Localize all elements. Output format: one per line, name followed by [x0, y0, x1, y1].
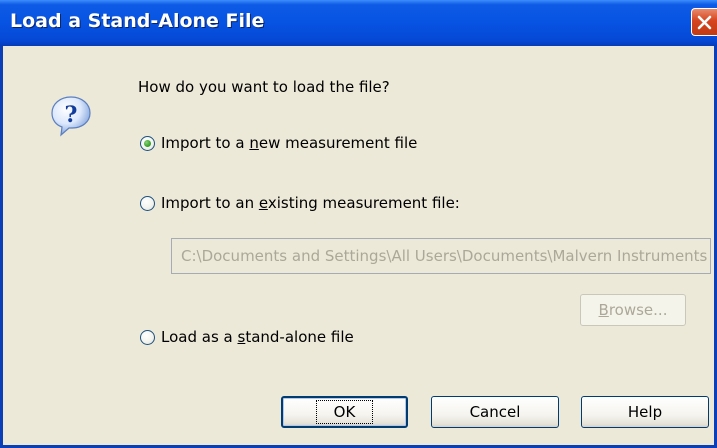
load-standalone-file-dialog: Load a Stand-Alone File ? How do you wan…	[0, 0, 717, 448]
radio-label: Import to an existing measurement file:	[161, 194, 460, 212]
title-bar[interactable]: Load a Stand-Alone File	[0, 0, 717, 46]
dialog-prompt: How do you want to load the file?	[138, 78, 390, 96]
radio-import-existing[interactable]: Import to an existing measurement file:	[140, 193, 460, 213]
cancel-button[interactable]: Cancel	[431, 396, 559, 428]
radio-button[interactable]	[140, 195, 155, 211]
radio-load-standalone[interactable]: Load as a stand-alone file	[140, 327, 354, 347]
radio-import-new[interactable]: Import to a new measurement file	[140, 133, 417, 153]
help-button[interactable]: Help	[581, 396, 709, 428]
close-button[interactable]	[691, 8, 717, 36]
existing-file-path-field[interactable]: C:\Documents and Settings\All Users\Docu…	[171, 238, 711, 274]
radio-label: Import to a new measurement file	[161, 134, 418, 152]
radio-button-checked[interactable]	[140, 135, 155, 151]
radio-label: Load as a stand-alone file	[161, 328, 354, 346]
question-icon: ?	[51, 96, 91, 137]
radio-button[interactable]	[140, 329, 155, 345]
svg-text:?: ?	[65, 102, 78, 128]
window-title: Load a Stand-Alone File	[10, 10, 265, 32]
close-icon	[697, 15, 712, 30]
browse-button[interactable]: Browse...	[580, 294, 686, 326]
ok-button[interactable]: OK	[281, 396, 408, 428]
